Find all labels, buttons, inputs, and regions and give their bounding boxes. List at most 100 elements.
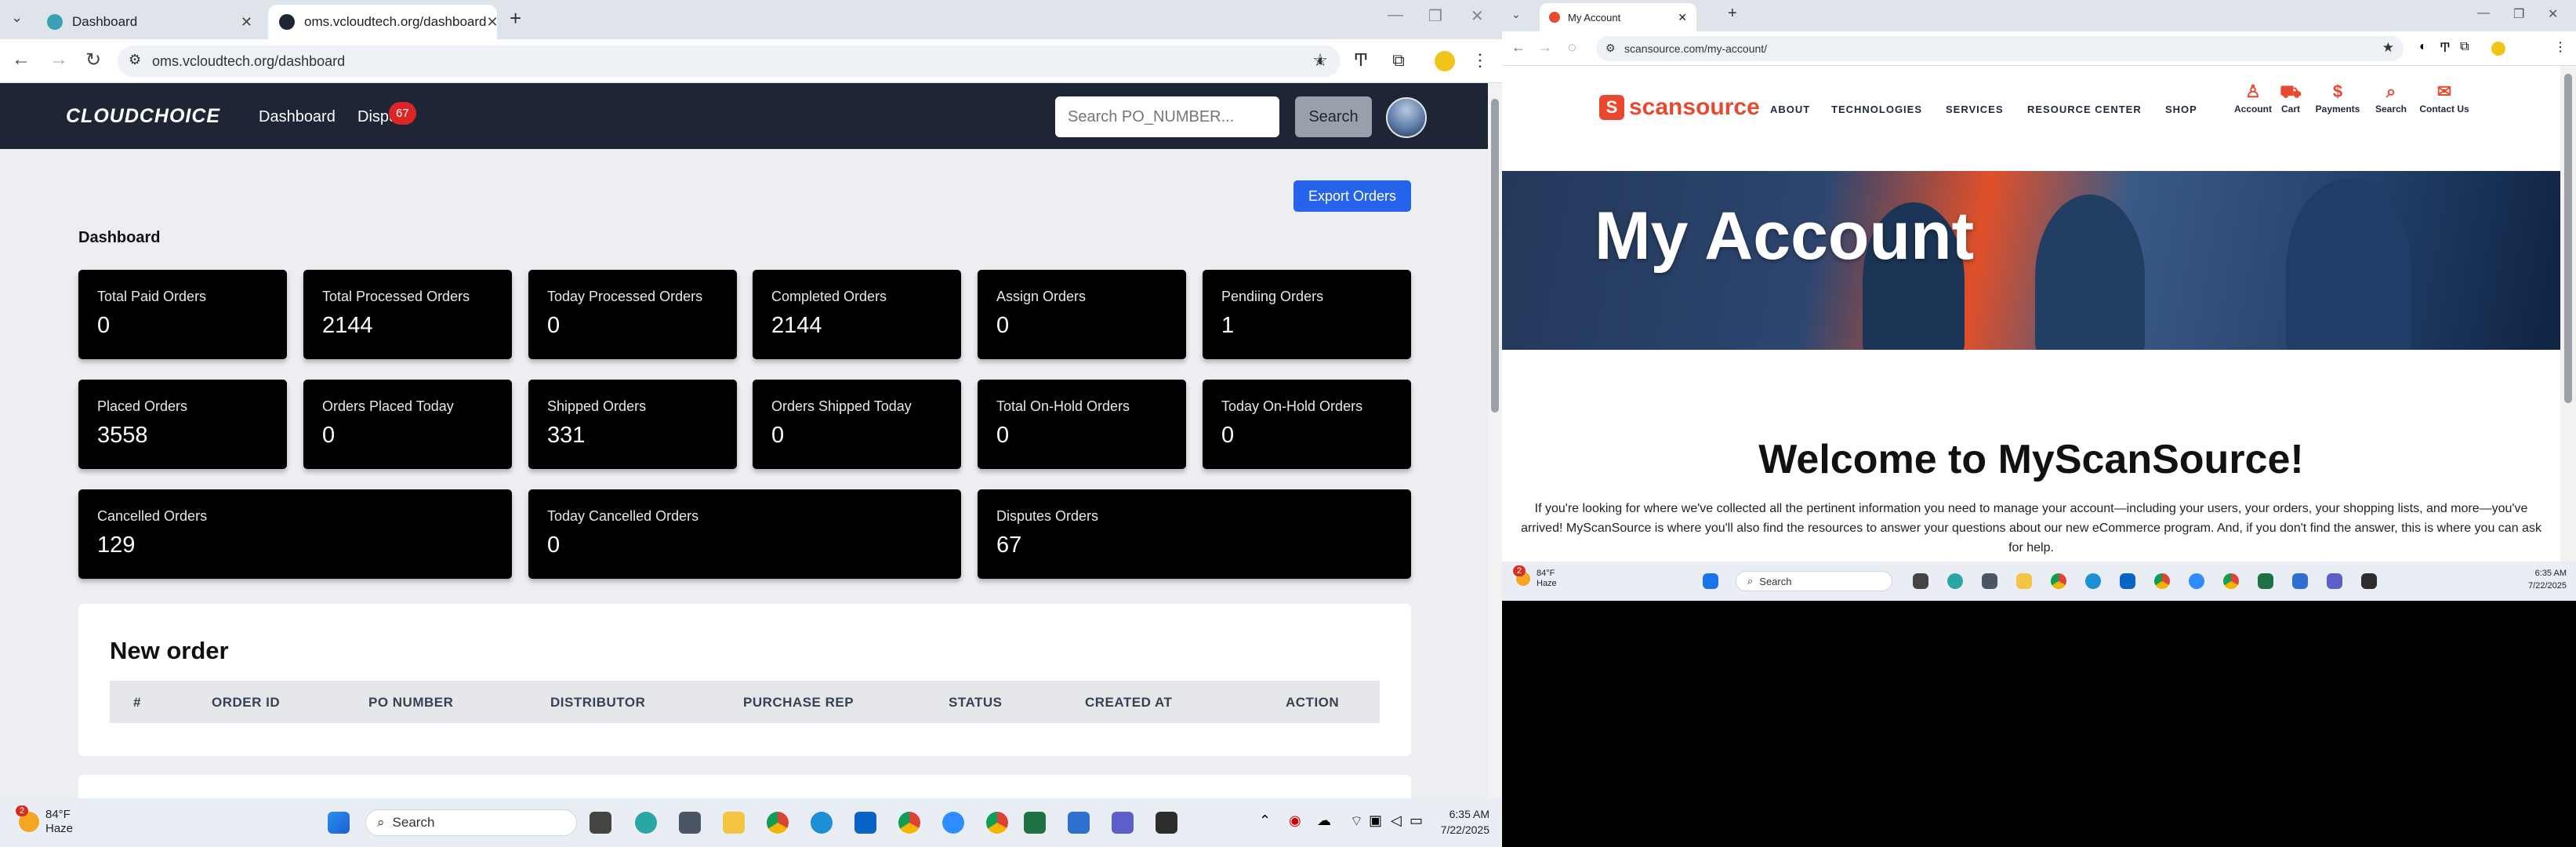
- teams-icon[interactable]: [2327, 573, 2342, 589]
- file-explorer-icon[interactable]: [723, 812, 745, 834]
- tray-app-icon[interactable]: ◉: [1289, 812, 1301, 829]
- column-header-distributor[interactable]: DISTRIBUTOR: [550, 695, 645, 711]
- volume-icon[interactable]: ◁: [1391, 812, 1402, 829]
- zoom-icon[interactable]: [942, 812, 964, 834]
- minimize-window-icon[interactable]: —: [2477, 6, 2490, 20]
- extensions-puzzle-icon[interactable]: ⧉: [1388, 50, 1410, 71]
- column-header-action[interactable]: ACTION: [1286, 695, 1339, 711]
- site-info-icon[interactable]: ⚙: [1605, 42, 1616, 55]
- bookmark-star-icon[interactable]: ★: [2382, 40, 2394, 56]
- zoom-icon[interactable]: [2189, 573, 2204, 589]
- system-tray-chevron-icon[interactable]: ⌃: [1259, 812, 1271, 829]
- chrome-profile-icon[interactable]: [2154, 573, 2170, 589]
- column-header-po-number[interactable]: PO NUMBER: [368, 695, 453, 711]
- page-scrollbar[interactable]: [2560, 66, 2576, 562]
- user-avatar[interactable]: [1386, 97, 1427, 138]
- excel-icon[interactable]: [1024, 812, 1046, 834]
- tab-dashboard[interactable]: Dashboard ✕: [36, 5, 263, 39]
- profile-icon[interactable]: [2491, 42, 2505, 56]
- column-header-order-id[interactable]: ORDER ID: [212, 695, 280, 711]
- tab-search-dropdown-icon[interactable]: ⌄: [1511, 8, 1521, 21]
- close-tab-icon[interactable]: ✕: [241, 14, 252, 31]
- edge-dev-icon[interactable]: [635, 812, 657, 834]
- new-tab-button[interactable]: +: [510, 6, 521, 31]
- read-aloud-icon[interactable]: Ͳ: [1350, 50, 1372, 71]
- scrollbar-thumb[interactable]: [2564, 74, 2572, 403]
- browser-menu-icon[interactable]: ⋮: [2554, 39, 2567, 55]
- close-tab-icon[interactable]: ✕: [1678, 11, 1687, 24]
- nav-technologies[interactable]: TECHNOLOGIES: [1831, 104, 1922, 115]
- excel-icon[interactable]: [2258, 573, 2273, 589]
- network-icon[interactable]: ▣: [1369, 812, 1382, 829]
- weather-widget[interactable]: 2 84°F Haze: [1513, 565, 1557, 589]
- forward-arrow-icon[interactable]: →: [47, 49, 71, 71]
- calculator-icon[interactable]: [1982, 573, 1997, 589]
- column-header-purchase-rep[interactable]: PURCHASE REP: [743, 695, 854, 711]
- edge-dev-icon[interactable]: [1947, 573, 1963, 589]
- tab-search-dropdown-icon[interactable]: ⌄: [11, 9, 23, 26]
- remote-desktop-icon[interactable]: [2292, 573, 2308, 589]
- extensions-puzzle-icon[interactable]: ⧉: [2460, 40, 2469, 54]
- chrome-alt-icon[interactable]: [2223, 573, 2239, 589]
- export-orders-button[interactable]: Export Orders: [1293, 180, 1411, 212]
- chrome-profile-icon[interactable]: [898, 812, 920, 834]
- cloudchoice-logo[interactable]: CLOUDCHOICE: [66, 105, 220, 128]
- address-bar[interactable]: ⚙ scansource.com/my-account/ ★: [1596, 36, 2404, 61]
- site-info-icon[interactable]: ⚙: [129, 52, 141, 68]
- extension-icon[interactable]: ◐: [2419, 40, 2427, 54]
- taskbar-search-box[interactable]: ⌕ Search: [1736, 571, 1892, 591]
- scrollbar-thumb[interactable]: [1491, 99, 1499, 413]
- outlook-icon[interactable]: [854, 812, 876, 834]
- page-scrollbar[interactable]: [1488, 83, 1502, 798]
- tab-my-account[interactable]: My Account ✕: [1540, 3, 1696, 31]
- sticky-app-icon[interactable]: [2361, 573, 2377, 589]
- address-bar[interactable]: ⚙ oms.vcloudtech.org/dashboard ☆: [118, 45, 1341, 77]
- extension-icon[interactable]: ◐: [1311, 50, 1333, 71]
- loading-spinner-icon[interactable]: ◌: [1568, 39, 1576, 56]
- nav-resource-center[interactable]: RESOURCE CENTER: [2027, 104, 2142, 115]
- taskbar-clock[interactable]: 6:35 AM 7/22/2025: [1419, 806, 1489, 838]
- nav-shop[interactable]: SHOP: [2165, 104, 2197, 115]
- windows-start-icon[interactable]: [1703, 573, 1718, 589]
- calculator-icon[interactable]: [679, 812, 701, 834]
- close-window-icon[interactable]: ✕: [2548, 6, 2558, 22]
- chrome-alt-icon[interactable]: [986, 812, 1008, 834]
- taskbar-clock[interactable]: 6:35 AM 7/22/2025: [2498, 567, 2567, 592]
- column-header-index[interactable]: #: [133, 695, 141, 711]
- minimize-window-icon[interactable]: —: [1388, 6, 1403, 24]
- search-button[interactable]: Search: [1295, 96, 1372, 137]
- restore-window-icon[interactable]: ❐: [1428, 6, 1442, 26]
- new-tab-button[interactable]: +: [1728, 5, 1737, 23]
- close-window-icon[interactable]: ✕: [1471, 6, 1484, 26]
- remote-desktop-icon[interactable]: [1068, 812, 1090, 834]
- nav-about[interactable]: ABOUT: [1770, 104, 1810, 115]
- profile-icon[interactable]: [1435, 51, 1455, 71]
- close-tab-icon[interactable]: ✕: [486, 14, 498, 31]
- edge-icon[interactable]: [2085, 573, 2101, 589]
- task-view-icon[interactable]: [590, 812, 611, 834]
- forward-arrow-icon[interactable]: →: [1538, 39, 1552, 56]
- browser-menu-icon[interactable]: ⋮: [1469, 50, 1491, 71]
- column-header-status[interactable]: STATUS: [949, 695, 1002, 711]
- teams-icon[interactable]: [1112, 812, 1134, 834]
- nav-dashboard[interactable]: Dashboard: [259, 108, 336, 126]
- taskbar-search-box[interactable]: ⌕ Search: [365, 809, 577, 836]
- tray-cloud-icon[interactable]: ☁: [1317, 812, 1331, 829]
- sticky-app-icon[interactable]: [1156, 812, 1177, 834]
- column-header-created-at[interactable]: CREATED AT: [1085, 695, 1172, 711]
- restore-window-icon[interactable]: ❐: [2513, 6, 2524, 22]
- nav-services[interactable]: SERVICES: [1946, 104, 2004, 115]
- wifi-icon[interactable]: ⌔: [1350, 812, 1363, 831]
- reload-icon[interactable]: ↻: [82, 49, 105, 71]
- outlook-icon[interactable]: [2120, 573, 2135, 589]
- chrome-icon[interactable]: [2051, 573, 2066, 589]
- windows-start-icon[interactable]: [328, 812, 350, 834]
- back-arrow-icon[interactable]: ←: [9, 49, 33, 71]
- read-aloud-icon[interactable]: Ͳ: [2440, 40, 2451, 56]
- edge-icon[interactable]: [811, 812, 833, 834]
- tab-oms-dashboard[interactable]: oms.vcloudtech.org/dashboard ✕: [268, 5, 499, 39]
- weather-widget[interactable]: 2 84°F Haze: [16, 805, 73, 836]
- back-arrow-icon[interactable]: ←: [1511, 39, 1526, 56]
- scansource-logo[interactable]: S scansource: [1599, 94, 1760, 121]
- po-number-search-input[interactable]: [1055, 96, 1279, 137]
